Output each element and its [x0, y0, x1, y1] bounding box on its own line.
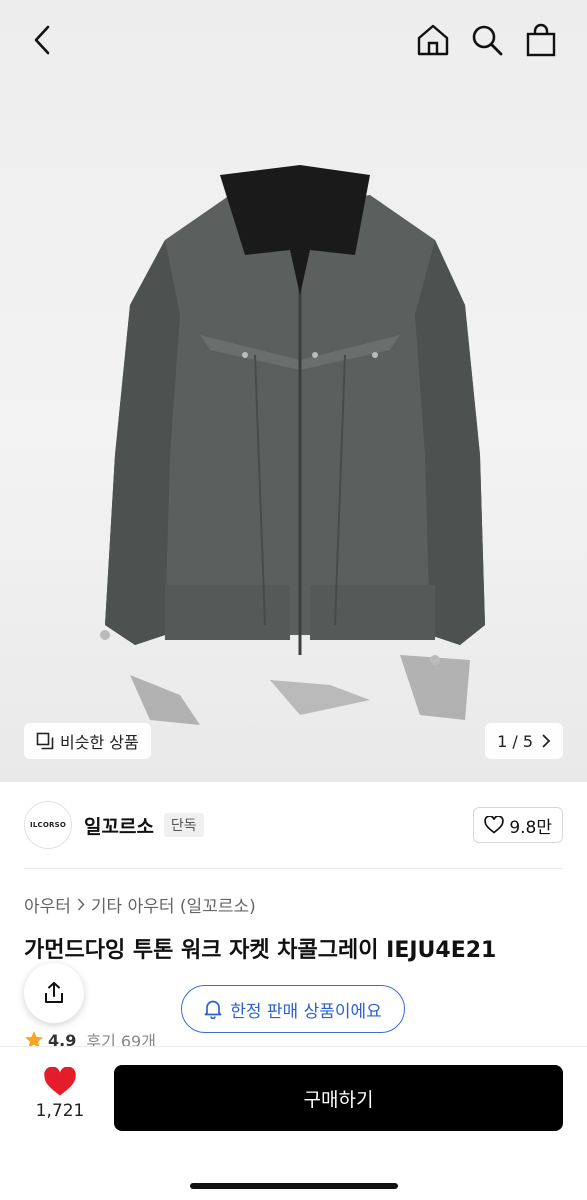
heart-filled-icon	[44, 1067, 76, 1096]
shopping-bag-icon	[526, 23, 556, 57]
home-indicator	[190, 1183, 398, 1189]
cart-button[interactable]	[519, 18, 563, 62]
product-title: 가먼드다잉 투톤 워크 자켓 차콜그레이 IEJU4E21	[24, 938, 497, 963]
exclusive-badge: 단독	[163, 813, 204, 837]
back-arrow-icon	[34, 25, 50, 55]
brand-row[interactable]: ILCORSO 일꼬르소 단독 9.8만	[24, 801, 563, 849]
wishlist-button[interactable]: 1,721	[30, 1067, 90, 1127]
heart-outline-icon	[484, 816, 505, 834]
buy-button-label: 구매하기	[303, 1088, 374, 1111]
chevron-right-icon	[77, 898, 85, 911]
bottom-action-bar: 1,721 구매하기	[0, 1046, 587, 1200]
back-button[interactable]	[20, 18, 64, 62]
breadcrumb: 아우터 기타 아우터 (일꼬르소)	[24, 892, 256, 917]
jacket-photo	[100, 165, 485, 725]
share-button[interactable]	[24, 963, 84, 1023]
brand-name[interactable]: 일꼬르소	[84, 812, 154, 839]
buy-button[interactable]: 구매하기	[114, 1065, 563, 1131]
image-counter-text: 1 / 5	[497, 731, 533, 751]
wishlist-count: 1,721	[35, 1101, 85, 1121]
bell-icon	[204, 1000, 222, 1019]
home-button[interactable]	[411, 18, 455, 62]
breadcrumb-subcategory[interactable]: 기타 아우터 (일꼬르소)	[91, 892, 256, 917]
breadcrumb-category[interactable]: 아우터	[24, 892, 71, 917]
brand-like-button[interactable]: 9.8만	[473, 807, 563, 843]
similar-products-button[interactable]: 비슷한 상품	[24, 723, 151, 759]
top-navigation	[0, 0, 587, 80]
image-counter-button[interactable]: 1 / 5	[485, 723, 563, 759]
brand-logo[interactable]: ILCORSO	[24, 801, 72, 849]
limited-sale-label: 한정 판매 상품이에요	[230, 1001, 382, 1022]
search-button[interactable]	[465, 18, 509, 62]
search-icon	[472, 25, 503, 56]
share-icon	[45, 982, 63, 1003]
chevron-right-icon	[542, 734, 551, 748]
home-icon	[417, 24, 449, 56]
brand-like-count: 9.8만	[509, 817, 552, 838]
similar-products-label: 비슷한 상품	[60, 733, 139, 752]
limited-sale-notice[interactable]: 한정 판매 상품이에요	[181, 985, 405, 1033]
divider	[24, 868, 563, 869]
product-image[interactable]: 비슷한 상품 1 / 5	[0, 0, 587, 782]
copy-icon	[36, 732, 54, 750]
